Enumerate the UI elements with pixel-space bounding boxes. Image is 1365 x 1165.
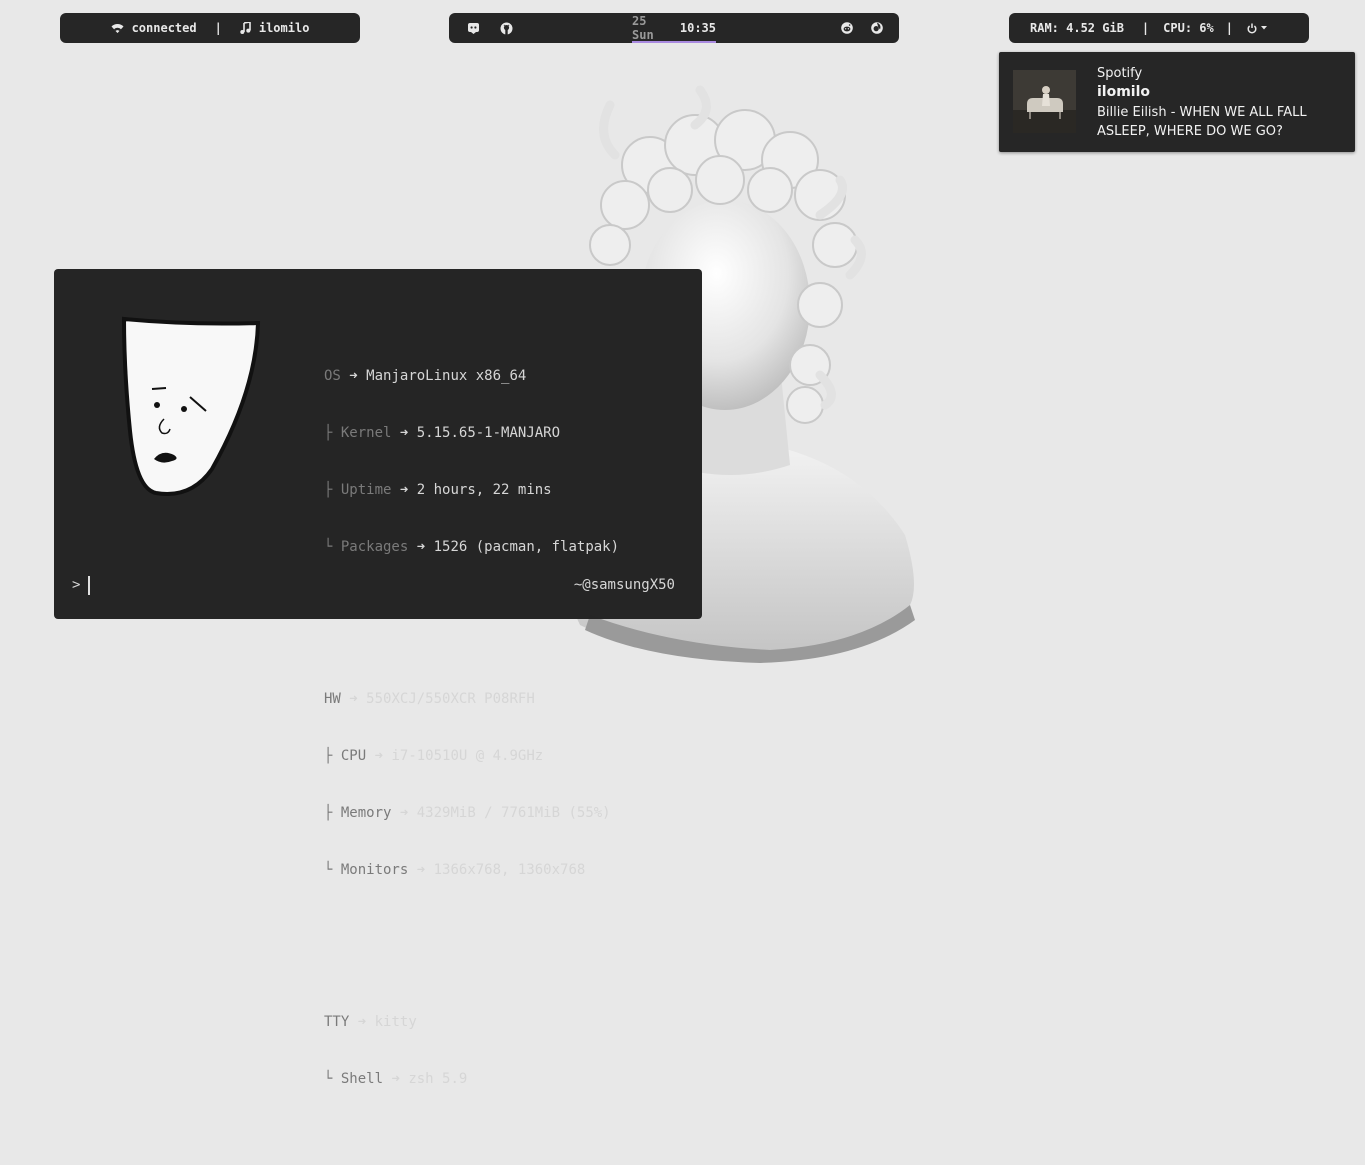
info-memory: ├ Memory ➜ 4329MiB / 7761MiB (55%) [324, 805, 611, 821]
album-art [1013, 70, 1076, 133]
spotify-notification[interactable]: Spotify ilomilo Billie Eilish - WHEN WE … [999, 52, 1355, 152]
info-os: OS ➜ ManjaroLinux x86_64 [324, 368, 527, 384]
clock-active-indicator [632, 41, 716, 43]
network-status[interactable]: connected [132, 21, 197, 35]
firefox-icon[interactable] [871, 22, 883, 34]
prompt-symbol: > [72, 577, 81, 593]
discord-icon[interactable] [467, 22, 480, 34]
info-cpu: ├ CPU ➜ i7-10510U @ 4.9GHz [324, 748, 544, 764]
chevron-down-icon [1260, 26, 1267, 30]
info-hw: HW ➜ 550XCJ/550XCR P08RFH [324, 691, 535, 707]
music-note-icon [240, 22, 251, 34]
notification-body: Billie Eilish - WHEN WE ALL FALL ASLEEP,… [1097, 105, 1307, 139]
notification-app-name: Spotify [1097, 66, 1143, 81]
info-tty: TTY ➜ kitty [324, 1014, 417, 1030]
terminal-window[interactable]: OS ➜ ManjaroLinux x86_64 ├ Kernel ➜ 5.15… [54, 269, 702, 1087]
topbar-right: RAM: 4.52 GiB | CPU: 6% | [1009, 13, 1309, 43]
system-info: OS ➜ ManjaroLinux x86_64 ├ Kernel ➜ 5.15… [324, 291, 619, 1165]
fastfetch-logo-face [121, 316, 261, 496]
ram-usage: RAM: 4.52 GiB [1030, 21, 1124, 35]
reddit-icon[interactable] [841, 22, 853, 34]
clock-date: 25 Sun [632, 14, 654, 42]
power-menu[interactable] [1247, 23, 1267, 34]
bar-separator: | [214, 21, 222, 35]
clock-time: 10:35 [679, 21, 716, 35]
power-icon [1247, 23, 1257, 33]
info-kernel: ├ Kernel ➜ 5.15.65-1-MANJARO [324, 425, 561, 441]
bar-separator: | [1225, 21, 1233, 35]
text-cursor [88, 576, 91, 595]
prompt-hostname: ~@samsungX50 [573, 577, 675, 593]
topbar-left: connected | ilomilo [60, 13, 360, 43]
info-packages: └ Packages ➜ 1526 (pacman, flatpak) [324, 539, 620, 555]
info-uptime: ├ Uptime ➜ 2 hours, 22 mins [324, 482, 552, 498]
wifi-icon[interactable] [111, 23, 124, 34]
info-shell: └ Shell ➜ zsh 5.9 [324, 1071, 468, 1087]
info-monitors: └ Monitors ➜ 1366x768, 1360x768 [324, 862, 586, 878]
clock[interactable]: 25 Sun 10:35 [632, 13, 716, 43]
notification-title: ilomilo [1097, 84, 1151, 100]
now-playing-title[interactable]: ilomilo [259, 21, 310, 35]
topbar-center: 25 Sun 10:35 [449, 13, 899, 43]
github-icon[interactable] [500, 22, 513, 35]
shell-prompt[interactable]: > [72, 576, 91, 595]
cpu-usage: CPU: 6% [1163, 21, 1214, 35]
bar-separator: | [1141, 21, 1150, 35]
